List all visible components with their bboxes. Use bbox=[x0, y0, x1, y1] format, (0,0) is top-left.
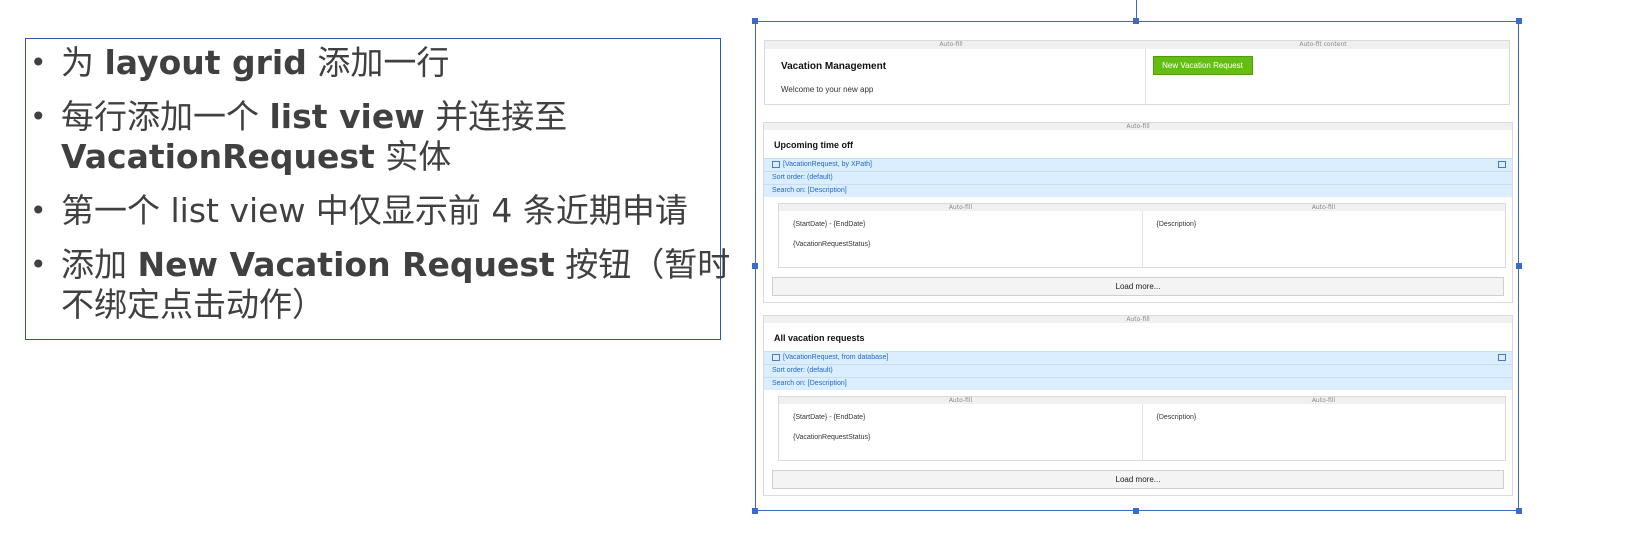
bullet-item-continuation: VacationRequest 实体 bbox=[61, 137, 452, 176]
bullet-item: 每行添加一个 list view 并连接至 bbox=[26, 97, 720, 137]
status-text: {VacationRequestStatus} bbox=[793, 241, 871, 248]
bullet-list: 为 layout grid 添加一行 每行添加一个 list view 并连接至… bbox=[26, 43, 730, 325]
list-right-column[interactable]: {Description} bbox=[1141, 211, 1506, 267]
upcoming-section[interactable]: Auto-fill Upcoming time off [VacationReq… bbox=[763, 122, 1513, 303]
resize-handle[interactable] bbox=[1133, 508, 1139, 514]
load-more-button[interactable]: Load more... bbox=[772, 277, 1504, 296]
datasource-line[interactable]: [VacationRequest, from database] bbox=[764, 351, 1512, 364]
list-item-layout-grid[interactable]: Auto-fill Auto-fill {StartDate} - {EndDa… bbox=[778, 396, 1506, 461]
bullet-item-continuation: 不绑定点击动作） bbox=[61, 285, 325, 324]
table-icon bbox=[772, 353, 780, 361]
resize-handle[interactable] bbox=[1516, 18, 1522, 24]
dates-text: {StartDate} - {EndDate} bbox=[793, 414, 866, 421]
sort-order-line[interactable]: Sort order: (default) bbox=[764, 364, 1512, 377]
resize-handle[interactable] bbox=[1516, 263, 1522, 269]
bullet-textbox: 为 layout grid 添加一行 每行添加一个 list view 并连接至… bbox=[25, 38, 730, 340]
column-width-bar: Auto-fill Auto-fill bbox=[779, 204, 1505, 211]
column-width-bar: Auto-fill Auto-fit content bbox=[765, 41, 1509, 49]
upcoming-title: Upcoming time off bbox=[774, 140, 853, 150]
description-text: {Description} bbox=[1156, 414, 1197, 421]
section-autofill-bar: Auto-fill bbox=[764, 123, 1512, 130]
bullet-item: 为 layout grid 添加一行 bbox=[26, 43, 720, 83]
column-width-bar: Auto-fill Auto-fill bbox=[779, 397, 1505, 404]
autofill-label: Auto-fill bbox=[939, 41, 963, 48]
resize-handle[interactable] bbox=[1516, 508, 1522, 514]
status-text: {VacationRequestStatus} bbox=[793, 434, 871, 441]
search-on-line[interactable]: Search on: [Description] bbox=[764, 184, 1512, 197]
header-layout-grid[interactable]: Auto-fill Auto-fit content Vacation Mana… bbox=[764, 40, 1510, 105]
settings-icon[interactable] bbox=[1498, 161, 1506, 168]
header-left-column[interactable]: Vacation Management Welcome to your new … bbox=[765, 49, 1145, 104]
search-on-line[interactable]: Search on: [Description] bbox=[764, 377, 1512, 390]
resize-handle[interactable] bbox=[1133, 18, 1139, 24]
list-left-column[interactable]: {StartDate} - {EndDate} {VacationRequest… bbox=[779, 404, 1142, 460]
page-editor-canvas[interactable]: Auto-fill Auto-fit content Vacation Mana… bbox=[755, 21, 1519, 511]
autofit-label: Auto-fit content bbox=[1299, 41, 1347, 48]
bullet-item: 第一个 list view 中仅显示前 4 条近期申请 bbox=[26, 191, 720, 231]
datasource-label: [VacationRequest, by XPath] bbox=[783, 161, 872, 168]
list-right-column[interactable]: {Description} bbox=[1141, 404, 1506, 460]
new-vacation-request-button[interactable]: New Vacation Request bbox=[1152, 56, 1253, 75]
datasource-label: [VacationRequest, from database] bbox=[783, 354, 889, 361]
resize-handle[interactable] bbox=[752, 508, 758, 514]
sort-order-line[interactable]: Sort order: (default) bbox=[764, 171, 1512, 184]
autofill-label: Auto-fill bbox=[1311, 397, 1336, 404]
section-autofill-bar: Auto-fill bbox=[764, 316, 1512, 323]
autofill-label: Auto-fill bbox=[1311, 204, 1336, 211]
header-right-column[interactable]: New Vacation Request bbox=[1144, 49, 1510, 104]
description-text: {Description} bbox=[1156, 221, 1197, 228]
load-more-button[interactable]: Load more... bbox=[772, 470, 1504, 489]
datasource-line[interactable]: [VacationRequest, by XPath] bbox=[764, 158, 1512, 171]
resize-handle[interactable] bbox=[752, 263, 758, 269]
autofill-label: Auto-fill bbox=[948, 204, 973, 211]
bullet-item: 添加 New Vacation Request 按钮（暂时 bbox=[26, 245, 730, 285]
welcome-text: Welcome to your new app bbox=[781, 85, 874, 94]
dates-text: {StartDate} - {EndDate} bbox=[793, 221, 866, 228]
all-requests-title: All vacation requests bbox=[774, 333, 865, 343]
app-title: Vacation Management bbox=[781, 61, 887, 72]
list-left-column[interactable]: {StartDate} - {EndDate} {VacationRequest… bbox=[779, 211, 1142, 267]
table-icon bbox=[772, 160, 780, 168]
resize-handle[interactable] bbox=[752, 18, 758, 24]
all-requests-section[interactable]: Auto-fill All vacation requests [Vacatio… bbox=[763, 315, 1513, 496]
list-item-layout-grid[interactable]: Auto-fill Auto-fill {StartDate} - {EndDa… bbox=[778, 203, 1506, 268]
settings-icon[interactable] bbox=[1498, 354, 1506, 361]
autofill-label: Auto-fill bbox=[948, 397, 973, 404]
